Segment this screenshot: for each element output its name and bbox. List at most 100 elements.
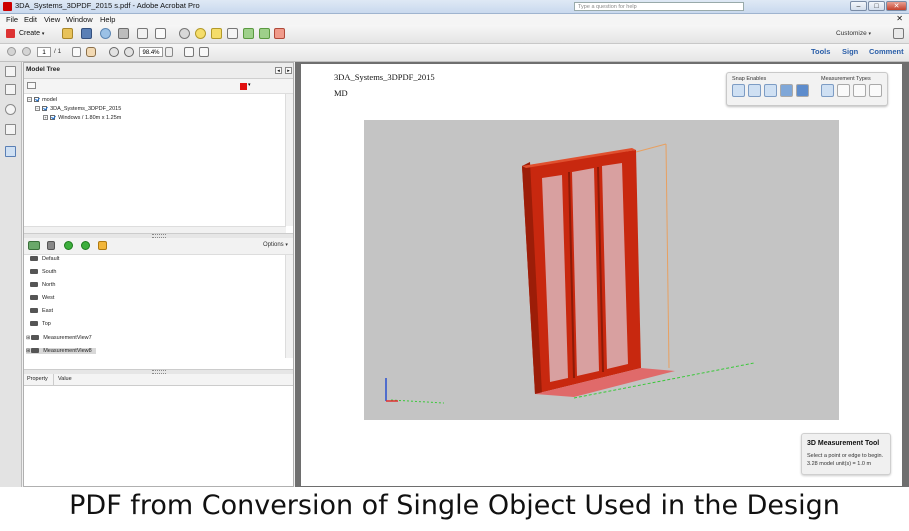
view-item[interactable]: ⊞ MeasurementView7 [26, 335, 92, 341]
page-thumbnails-icon[interactable] [5, 66, 16, 77]
document-close-icon[interactable]: ✕ [896, 14, 903, 23]
attachments-paperclip-icon[interactable] [5, 104, 16, 115]
visibility-checkbox[interactable] [33, 97, 39, 103]
maximize-button[interactable]: □ [868, 1, 885, 11]
view-item[interactable]: North [30, 282, 55, 288]
snap-circle-icon[interactable] [764, 84, 777, 97]
camera-icon [30, 282, 38, 288]
document-title: 3DA_Systems_3DPDF_2015 [334, 72, 435, 82]
combine-icon[interactable] [259, 28, 270, 39]
next-page-icon[interactable] [22, 47, 31, 56]
chevron-down-icon[interactable]: ▾ [248, 82, 251, 88]
signatures-icon[interactable] [5, 124, 16, 135]
collapse-panel-icon[interactable]: ◂ [275, 67, 282, 74]
column-divider[interactable] [53, 374, 54, 385]
color-swatch-icon[interactable] [240, 83, 247, 90]
view-label: West [42, 295, 55, 301]
play-icon[interactable] [64, 241, 73, 250]
customize-menu[interactable]: Customize ▾ [836, 30, 871, 37]
visibility-checkbox[interactable] [49, 115, 55, 121]
settings-gear-icon[interactable] [179, 28, 190, 39]
snap-line-icon[interactable] [748, 84, 761, 97]
pages-icon[interactable] [227, 28, 238, 39]
expand-toggle-icon[interactable]: ⊞ [26, 348, 30, 354]
view-item[interactable]: South [30, 269, 56, 275]
export-icon[interactable] [243, 28, 254, 39]
protect-icon[interactable] [274, 28, 285, 39]
expand-toggle-icon[interactable]: + [43, 115, 48, 121]
sign-pane-link[interactable]: Sign [842, 47, 858, 56]
snap-cylinder-icon[interactable] [780, 84, 793, 97]
view-item-selected[interactable]: ⊞ MeasurementView8 [26, 348, 96, 354]
title-bar: 3DA_Systems_3DPDF_2015 s.pdf - Adobe Acr… [0, 0, 909, 14]
view-item[interactable]: Top [30, 321, 51, 327]
menu-window[interactable]: Window [66, 15, 93, 24]
tree-vertical-scrollbar[interactable] [285, 94, 293, 226]
measure-angle-icon[interactable] [869, 84, 882, 97]
panel-options-icon[interactable]: ▸ [285, 67, 292, 74]
view-item[interactable]: West [30, 295, 54, 301]
tree-node-window[interactable]: + Windows / 1.80m x 1.25m [43, 115, 121, 121]
help-search-input[interactable]: Type a question for help [574, 2, 744, 11]
open-folder-icon[interactable] [62, 28, 73, 39]
measure-perpendicular-icon[interactable] [837, 84, 850, 97]
view-label: Top [42, 321, 51, 327]
model-tree-toolbar: ▾ [24, 79, 293, 94]
pdf-app-icon [3, 2, 12, 11]
fit-width-icon[interactable] [184, 47, 194, 57]
close-button[interactable]: ✕ [886, 1, 907, 11]
menu-file[interactable]: File [6, 15, 18, 24]
print-icon[interactable] [118, 28, 129, 39]
email-icon[interactable] [155, 28, 166, 39]
menu-edit[interactable]: Edit [24, 15, 37, 24]
measure-point-to-point-icon[interactable] [821, 84, 834, 97]
bookmarks-icon[interactable] [5, 84, 16, 95]
model-tree-icon[interactable] [5, 146, 16, 157]
hand-tool-icon[interactable] [86, 47, 96, 57]
menu-view[interactable]: View [44, 15, 60, 24]
review-icon[interactable] [211, 28, 222, 39]
create-button[interactable]: Create ▾ [6, 28, 44, 40]
previous-page-icon[interactable] [7, 47, 16, 56]
comment-pane-link[interactable]: Comment [869, 47, 904, 56]
zoom-out-icon[interactable] [109, 47, 119, 57]
views-options-menu[interactable]: Options ▾ [263, 242, 288, 248]
views-vertical-scrollbar[interactable] [285, 255, 293, 358]
menu-help[interactable]: Help [100, 15, 115, 24]
select-arrow-icon[interactable] [72, 47, 81, 57]
collapse-toggle-icon[interactable]: − [27, 97, 32, 103]
zoom-level-input[interactable]: 98.4% [139, 47, 163, 57]
camera-add-icon[interactable] [28, 241, 40, 250]
camera-icon [30, 321, 38, 327]
measure-radial-icon[interactable] [853, 84, 866, 97]
snap-edge-icon[interactable] [732, 84, 745, 97]
tree-node-model[interactable]: − model [27, 97, 57, 103]
tree-options-icon[interactable] [27, 82, 36, 89]
view-item[interactable]: Default [30, 256, 59, 262]
refresh-icon[interactable] [81, 241, 90, 250]
edit-document-icon[interactable] [137, 28, 148, 39]
snap-cube-icon[interactable] [796, 84, 809, 97]
minimize-button[interactable]: – [850, 1, 867, 11]
zoom-in-icon[interactable] [124, 47, 134, 57]
full-screen-icon[interactable] [199, 47, 209, 57]
zoom-dropdown-icon[interactable] [165, 47, 173, 57]
delete-trash-icon[interactable] [47, 241, 55, 250]
visibility-checkbox[interactable] [41, 106, 47, 112]
comment-bubble-icon[interactable] [195, 28, 206, 39]
create-icon [6, 28, 15, 38]
tools-pane-link[interactable]: Tools [811, 47, 830, 56]
options-label: Options [263, 242, 284, 248]
3d-model-canvas[interactable] [364, 120, 839, 420]
page-number-input[interactable]: 1 [37, 47, 51, 57]
view-item[interactable]: East [30, 308, 53, 314]
home-icon[interactable] [98, 241, 107, 250]
cloud-upload-icon[interactable] [100, 28, 111, 39]
view-label: North [42, 282, 56, 288]
save-icon[interactable] [81, 28, 92, 39]
tree-node-project[interactable]: − 3DA_Systems_3DPDF_2015 [35, 106, 121, 112]
expand-toolbar-icon[interactable] [893, 28, 904, 39]
expand-toggle-icon[interactable]: ⊞ [26, 335, 30, 341]
create-label: Create [18, 30, 40, 37]
collapse-toggle-icon[interactable]: − [35, 106, 40, 112]
